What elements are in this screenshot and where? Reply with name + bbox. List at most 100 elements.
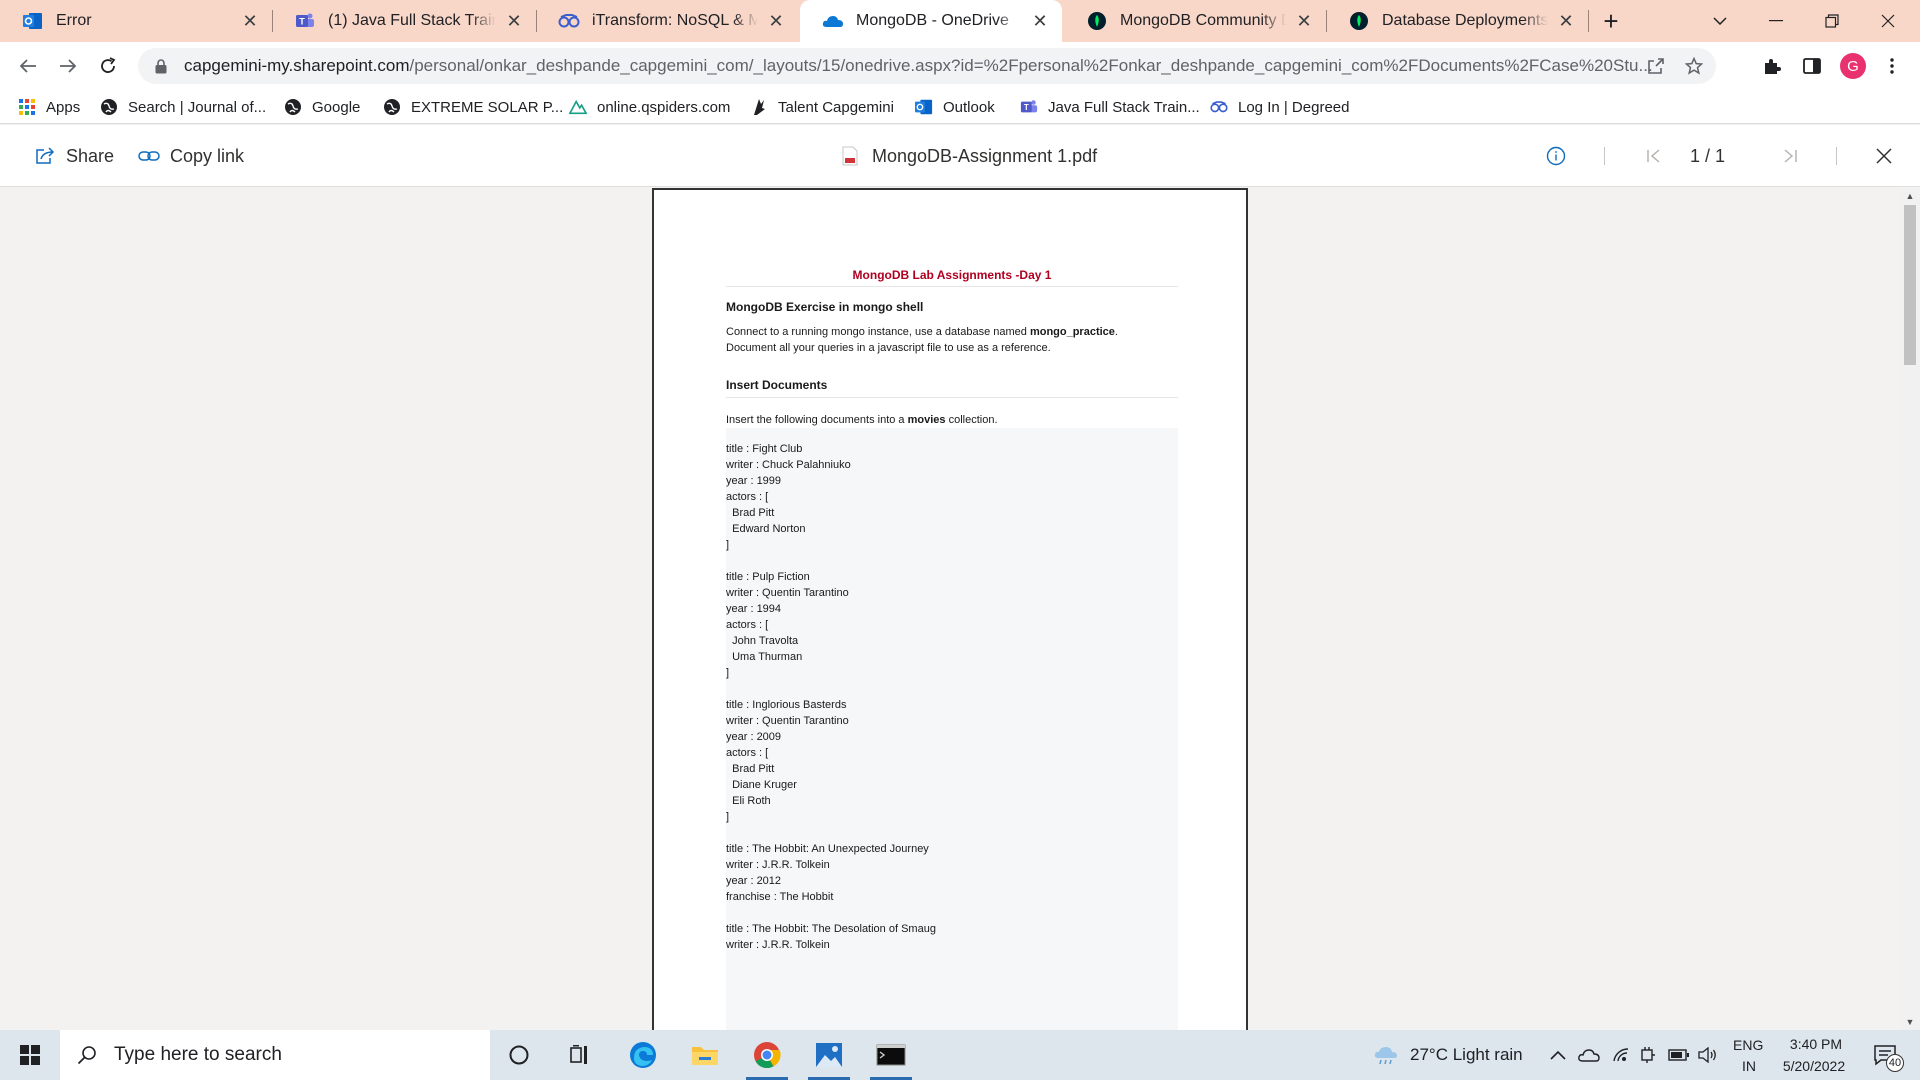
notification-center-button[interactable]: 40 bbox=[1870, 1040, 1904, 1072]
rain-cloud-icon bbox=[1374, 1047, 1397, 1065]
code-line: writer : Quentin Tarantino bbox=[726, 715, 849, 727]
close-viewer-button[interactable] bbox=[1876, 125, 1892, 187]
address-bar[interactable]: capgemini-my.sharepoint.com/personal/onk… bbox=[138, 48, 1716, 84]
onedrive-tray-button[interactable] bbox=[1578, 1030, 1600, 1080]
cloud-icon bbox=[1578, 1049, 1600, 1062]
bookmark-talent-capgemini[interactable]: Talent Capgemini bbox=[750, 90, 894, 124]
start-button[interactable] bbox=[0, 1030, 60, 1080]
back-button[interactable] bbox=[12, 50, 44, 82]
last-page-button[interactable] bbox=[1782, 125, 1798, 187]
section-title-insert: Insert Documents bbox=[726, 378, 828, 392]
new-tab-button[interactable]: + bbox=[1596, 0, 1626, 42]
share-label: Share bbox=[66, 145, 115, 166]
close-icon[interactable]: ✕ bbox=[766, 11, 786, 31]
bookmark-java-training[interactable]: T Java Full Stack Train... bbox=[1020, 90, 1200, 124]
language-indicator-bottom[interactable]: IN bbox=[1742, 1058, 1756, 1074]
tab-search-chevron-icon[interactable] bbox=[1692, 0, 1748, 42]
terminal-app[interactable] bbox=[862, 1030, 920, 1080]
share-page-icon[interactable] bbox=[1638, 48, 1674, 84]
code-line: actors : [ bbox=[726, 619, 769, 631]
network-button[interactable] bbox=[1612, 1030, 1630, 1080]
tab-database-deployments[interactable]: Database Deployments | Cl ✕ bbox=[1326, 0, 1588, 42]
scroll-up-icon[interactable]: ▲ bbox=[1900, 188, 1920, 204]
weather-text: 27°C Light rain bbox=[1410, 1045, 1523, 1064]
edge-app[interactable] bbox=[614, 1030, 672, 1080]
speaker-icon bbox=[1698, 1047, 1716, 1063]
tab-error[interactable]: Error ✕ bbox=[0, 0, 272, 42]
device-button[interactable] bbox=[1640, 1030, 1656, 1080]
side-panel-icon[interactable] bbox=[1796, 50, 1828, 82]
scroll-down-icon[interactable]: ▼ bbox=[1900, 1014, 1920, 1030]
restore-button[interactable] bbox=[1804, 0, 1860, 42]
bookmark-star-icon[interactable] bbox=[1676, 48, 1712, 84]
info-button[interactable] bbox=[1546, 125, 1566, 187]
edge-icon bbox=[630, 1042, 656, 1068]
intro-period: . bbox=[1114, 326, 1118, 338]
extensions-puzzle-icon[interactable] bbox=[1756, 50, 1788, 82]
show-hidden-icons-button[interactable] bbox=[1550, 1030, 1566, 1080]
code-line: John Travolta bbox=[726, 635, 799, 647]
tab-strip: Error ✕ T (1) Java Full Stack Training |… bbox=[0, 0, 1920, 42]
code-line: writer : J.R.R. Tolkein bbox=[726, 939, 830, 951]
file-explorer-app[interactable] bbox=[676, 1030, 734, 1080]
first-page-button[interactable] bbox=[1646, 125, 1662, 187]
lock-icon[interactable] bbox=[152, 57, 170, 75]
bookmark-journal[interactable]: Search | Journal of... bbox=[100, 90, 266, 124]
photos-app[interactable] bbox=[800, 1030, 858, 1080]
close-icon[interactable]: ✕ bbox=[1294, 11, 1314, 31]
battery-button[interactable] bbox=[1668, 1030, 1690, 1080]
code-line: year : 2012 bbox=[726, 875, 782, 887]
code-block: title : Fight Club writer : Chuck Palahn… bbox=[726, 428, 1178, 1030]
tab-title: MongoDB - OneDrive bbox=[856, 12, 1009, 29]
apps-grid-icon bbox=[18, 98, 36, 116]
tab-itransform[interactable]: iTransform: NoSQL & Mong ✕ bbox=[536, 0, 798, 42]
forward-button[interactable] bbox=[52, 50, 84, 82]
taskbar-search[interactable]: Type here to search bbox=[60, 1030, 490, 1080]
insert-text: Insert the following documents into a bbox=[726, 414, 908, 426]
bookmark-qspiders[interactable]: online.qspiders.com bbox=[569, 90, 730, 124]
tab-java-training[interactable]: T (1) Java Full Stack Training | ✕ bbox=[272, 0, 536, 42]
profile-avatar[interactable]: G bbox=[1840, 53, 1866, 79]
tab-title: MongoDB Community Dow bbox=[1120, 12, 1286, 29]
document-viewport[interactable]: MongoDB Lab Assignments -Day 1 MongoDB E… bbox=[0, 188, 1920, 1030]
link-icon bbox=[138, 145, 160, 167]
bookmark-extreme-solar[interactable]: EXTREME SOLAR P... bbox=[383, 90, 563, 124]
reload-button[interactable] bbox=[92, 50, 124, 82]
more-menu-icon[interactable] bbox=[1876, 50, 1908, 82]
info-icon bbox=[1546, 146, 1566, 166]
minimize-button[interactable] bbox=[1748, 0, 1804, 42]
close-icon[interactable]: ✕ bbox=[1030, 11, 1050, 31]
vertical-scrollbar[interactable]: ▲ ▼ bbox=[1900, 188, 1920, 1030]
tab-mongodb-community[interactable]: MongoDB Community Dow ✕ bbox=[1064, 0, 1326, 42]
degreed-icon bbox=[558, 10, 580, 32]
bookmark-apps[interactable]: Apps bbox=[18, 90, 80, 124]
scroll-thumb[interactable] bbox=[1904, 205, 1916, 365]
onedrive-icon bbox=[822, 10, 844, 32]
bookmark-label: Java Full Stack Train... bbox=[1048, 98, 1200, 116]
notification-count: 40 bbox=[1886, 1054, 1904, 1072]
close-window-button[interactable] bbox=[1860, 0, 1916, 42]
language-indicator-top[interactable]: ENG bbox=[1733, 1037, 1763, 1053]
close-icon[interactable]: ✕ bbox=[1556, 11, 1576, 31]
task-view-button[interactable] bbox=[551, 1030, 609, 1080]
code-line: writer : Chuck Palahniuko bbox=[726, 459, 851, 471]
bookmark-outlook[interactable]: Outlook bbox=[915, 90, 995, 124]
weather-widget[interactable]: 27°C Light rain bbox=[1372, 1030, 1523, 1080]
clock-date[interactable]: 5/20/2022 bbox=[1776, 1058, 1852, 1074]
cortana-button[interactable] bbox=[490, 1030, 548, 1080]
close-icon[interactable]: ✕ bbox=[240, 11, 260, 31]
section-rule bbox=[726, 397, 1178, 398]
copy-link-button[interactable]: Copy link bbox=[138, 125, 244, 187]
bookmark-google[interactable]: Google bbox=[284, 90, 360, 124]
browser-toolbar: capgemini-my.sharepoint.com/personal/onk… bbox=[0, 42, 1920, 90]
url-text: capgemini-my.sharepoint.com/personal/onk… bbox=[184, 56, 1674, 76]
volume-button[interactable] bbox=[1698, 1030, 1718, 1080]
share-button[interactable]: Share bbox=[34, 125, 114, 187]
clock-time[interactable]: 3:40 PM bbox=[1786, 1036, 1846, 1052]
close-icon[interactable]: ✕ bbox=[504, 11, 524, 31]
bookmark-degreed[interactable]: Log In | Degreed bbox=[1210, 90, 1349, 124]
tab-onedrive-active[interactable]: MongoDB - OneDrive ✕ bbox=[800, 0, 1062, 42]
chrome-app[interactable] bbox=[738, 1030, 796, 1080]
code-line: actors : [ bbox=[726, 491, 769, 503]
qspiders-icon bbox=[569, 98, 587, 116]
